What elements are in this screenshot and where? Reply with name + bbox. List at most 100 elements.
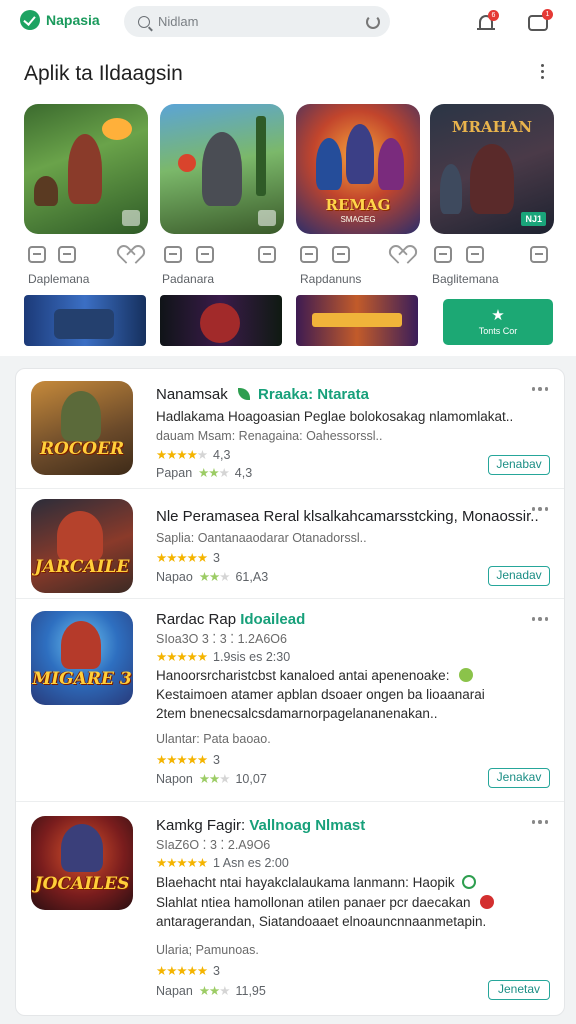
- install-button[interactable]: Jenabav: [488, 455, 550, 475]
- bookmark-icon[interactable]: [58, 246, 76, 263]
- top-bar: Napasia 6 1: [0, 0, 576, 44]
- emoji-icon: [480, 895, 495, 909]
- tile-title: MRAHAN: [451, 118, 533, 136]
- share-icon[interactable]: [164, 246, 182, 263]
- app-title-line: Rardac Rap Idoailead: [156, 611, 305, 628]
- more-options-icon[interactable]: [531, 617, 548, 621]
- more-options-icon[interactable]: [531, 820, 548, 824]
- featured-game-tile[interactable]: [160, 104, 284, 234]
- promo-banner[interactable]: [296, 295, 418, 346]
- install-button[interactable]: Jenakav: [488, 768, 550, 788]
- refresh-icon[interactable]: [366, 14, 380, 29]
- more-options-icon[interactable]: [531, 507, 548, 511]
- tile-actions: [434, 246, 484, 263]
- install-button[interactable]: Jenetav: [488, 980, 550, 1000]
- app-icon: MIGARE 3: [31, 611, 133, 705]
- tile-caption: Rapdanuns: [300, 272, 362, 286]
- app-icon: JARCAILE: [31, 499, 133, 593]
- share-icon[interactable]: [434, 246, 452, 263]
- app-description-2: Slahlat ntiea hamollonan atilen panaer p…: [156, 895, 495, 910]
- rating-count: 3: [213, 550, 220, 565]
- tile-caption: Daplemana: [28, 272, 90, 286]
- notification-bell-icon[interactable]: 6: [476, 10, 499, 34]
- bookmark-icon[interactable]: [196, 246, 214, 263]
- download-icon[interactable]: [530, 246, 548, 263]
- description-text: Blaehacht ntai hayakclalaukama lanmann: …: [156, 875, 455, 890]
- tile-actions: [164, 246, 214, 263]
- app-rating: ★★★★★ 3: [156, 550, 220, 566]
- section-more-icon[interactable]: [541, 64, 545, 82]
- emoji-icon: [459, 668, 474, 682]
- app-description: Saplia: Oantanaaodarar Otanadorssl..: [156, 531, 367, 545]
- description-text: Hanoorsrcharistcbst kanaloed antai apene…: [156, 668, 450, 683]
- list-item[interactable]: JARCAILE Nle Peramasea Reral klsalkahcam…: [16, 489, 564, 599]
- app-icon: JOCAILES: [31, 816, 133, 910]
- footer-label: Napon: [156, 771, 193, 786]
- app-description-3: 2tem bnenecsalcsdamarnorpagelananenakan.…: [156, 706, 438, 721]
- app-logo[interactable]: Napasia: [20, 10, 100, 30]
- featured-game-tile[interactable]: MRAHAN NJ1: [430, 104, 554, 234]
- calendar-icon[interactable]: [258, 246, 276, 263]
- footer-value: 4,3: [234, 465, 253, 480]
- rating-count: 3: [213, 752, 220, 767]
- rating-stars: ★★★★★: [156, 753, 208, 767]
- tile-check-icon: [258, 210, 276, 226]
- description-text: Slahlat ntiea hamollonan atilen panaer p…: [156, 895, 471, 910]
- app-title: Kamkg Fagir:: [156, 817, 246, 834]
- app-subtitle: dauam Msam: Renagaina: Oahessorssl..: [156, 429, 383, 443]
- footer-value: 61,A3: [235, 569, 269, 584]
- app-meta: SIoa3O 3 ⁚ 3 ⁚ 1.2A6O6: [156, 632, 287, 646]
- share-icon[interactable]: [28, 246, 46, 263]
- list-item[interactable]: JOCAILES Kamkg Fagir: Vallnoag Nlmast SI…: [16, 802, 564, 1015]
- bookmark-icon[interactable]: [466, 246, 484, 263]
- banner-cta-button[interactable]: ★ Tonts Cor: [443, 299, 553, 345]
- share-icon[interactable]: [300, 246, 318, 263]
- emoji-icon: [462, 875, 477, 889]
- app-title-accent: Idoailead: [240, 611, 306, 628]
- footer-label: Napan: [156, 983, 193, 998]
- tile-subtitle: SMAGEG: [340, 215, 376, 224]
- app-rating-line: ★★★★★ 1.9sis es 2:30: [156, 649, 291, 665]
- install-button[interactable]: Jenadav: [488, 566, 550, 586]
- tile-title: REMAG: [325, 196, 391, 214]
- promo-banner[interactable]: [24, 295, 146, 346]
- app-description-2: Kestaimoen atamer apblan dsoaer ongen ba…: [156, 687, 485, 702]
- verified-leaf-icon: [237, 388, 250, 400]
- featured-game-tile[interactable]: REMAG SMAGEG: [296, 104, 420, 234]
- app-rating: ★★★★★ 3: [156, 963, 220, 979]
- heart-icon[interactable]: [122, 247, 140, 263]
- app-rating-line: ★★★★★ 1 Asn es 2:00: [156, 855, 289, 871]
- promo-banner[interactable]: [160, 295, 282, 346]
- featured-game-tile[interactable]: [24, 104, 148, 234]
- app-rating: ★★★★★ 4,3: [156, 447, 230, 463]
- app-subtitle: Ularia; Pamunoas.: [156, 943, 259, 957]
- banner-cta-label: Tonts Cor: [478, 326, 518, 336]
- bookmark-icon[interactable]: [332, 246, 350, 263]
- more-options-icon[interactable]: [531, 387, 548, 391]
- app-title-line: Nanamsak Rraaka: Ntarata: [156, 386, 369, 403]
- list-item[interactable]: MIGARE 3 Rardac Rap Idoailead SIoa3O 3 ⁚…: [16, 599, 564, 802]
- app-icon-label: MIGARE 3: [32, 669, 132, 689]
- tile-badge: NJ1: [521, 212, 546, 226]
- section-title: Aplik ta Ildaagsin: [24, 62, 183, 85]
- app-title-accent: Rraaka: Ntarata: [258, 386, 369, 403]
- app-footer: Napao ★★★ 61,A3: [156, 569, 269, 585]
- app-footer: Napon ★★★ 10,07: [156, 771, 267, 787]
- search-bar[interactable]: [124, 6, 390, 37]
- heart-icon[interactable]: [394, 247, 412, 263]
- search-input[interactable]: [158, 14, 366, 29]
- app-meta: SIaZ6O ⁚ 3 ⁚ 2.A9O6: [156, 838, 271, 852]
- app-icon-label: JOCAILES: [34, 874, 130, 894]
- list-item[interactable]: ROCOER Nanamsak Rraaka: Ntarata Hadlakam…: [16, 369, 564, 489]
- rating-stars: ★★★★★: [156, 448, 208, 462]
- tile-check-icon: [122, 210, 140, 226]
- featured-section: Aplik ta Ildaagsin REMAG SMAGEG MRAHAN N…: [0, 44, 576, 356]
- rating-line: 1.9sis es 2:30: [213, 649, 291, 664]
- tile-actions: [28, 246, 76, 263]
- rating-stars: ★★★★★: [156, 964, 208, 978]
- footer-value: 10,07: [235, 771, 267, 786]
- app-icon-label: JARCAILE: [34, 557, 130, 577]
- messages-icon[interactable]: 1: [528, 9, 553, 32]
- rating-line: 1 Asn es 2:00: [213, 855, 289, 870]
- app-footer: Napan ★★★ 11,95: [156, 983, 266, 999]
